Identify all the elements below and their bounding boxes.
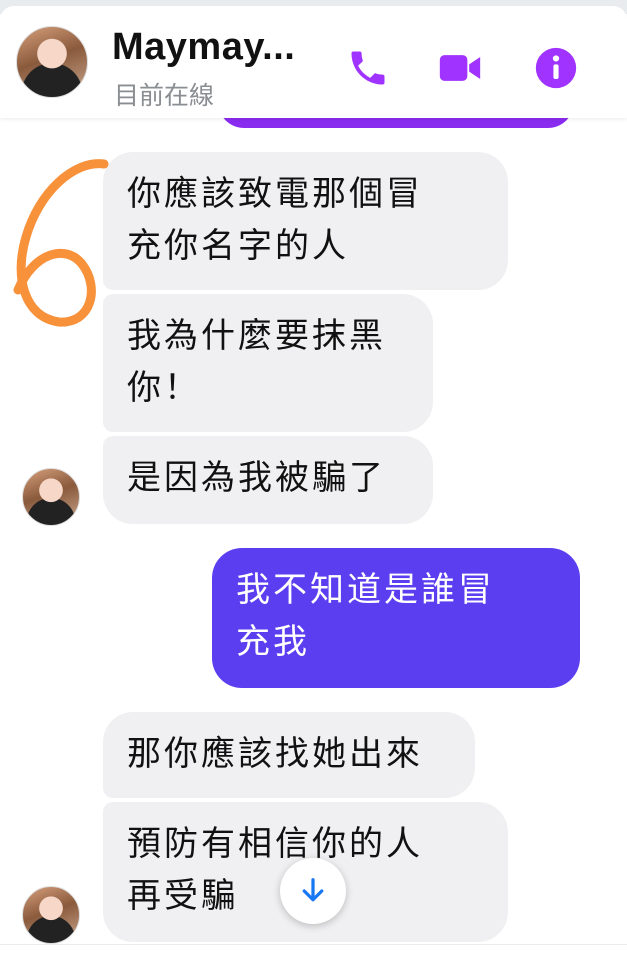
message-line: 是因為我被騙了 bbox=[127, 458, 386, 498]
message-line: 那你應該找她出來 bbox=[127, 734, 423, 774]
message-line: 你應該致電那個冒 bbox=[127, 174, 423, 214]
composer-edge bbox=[0, 944, 627, 961]
message-line: 你！ bbox=[127, 368, 201, 408]
incoming-message[interactable]: 那你應該找她出來 bbox=[103, 712, 475, 798]
arrow-down-icon bbox=[302, 878, 324, 902]
incoming-message[interactable]: 我為什麼要抹黑 你！ bbox=[103, 294, 433, 432]
contact-avatar[interactable] bbox=[16, 26, 88, 98]
phone-icon[interactable] bbox=[346, 46, 390, 90]
chat-header: Maymay... 目前在線 bbox=[0, 6, 627, 118]
info-icon[interactable] bbox=[534, 46, 578, 90]
orange-number-annotation bbox=[13, 159, 109, 327]
incoming-message[interactable]: 你應該致電那個冒 充你名字的人 bbox=[103, 152, 508, 290]
video-camera-icon[interactable] bbox=[438, 46, 482, 90]
message-line: 我不知道是誰冒 bbox=[236, 570, 495, 610]
message-line: 我為什麼要抹黑 bbox=[127, 316, 386, 356]
contact-name[interactable]: Maymay... bbox=[112, 26, 295, 69]
sender-avatar[interactable] bbox=[22, 886, 80, 944]
outgoing-message[interactable]: 我不知道是誰冒 充我 bbox=[212, 548, 580, 688]
scroll-to-bottom-button[interactable] bbox=[280, 858, 346, 924]
sender-avatar[interactable] bbox=[22, 468, 80, 526]
incoming-message[interactable]: 是因為我被騙了 bbox=[103, 436, 433, 524]
message-line: 充我 bbox=[236, 622, 310, 662]
contact-status: 目前在線 bbox=[114, 81, 215, 110]
message-line: 充你名字的人 bbox=[127, 226, 349, 266]
